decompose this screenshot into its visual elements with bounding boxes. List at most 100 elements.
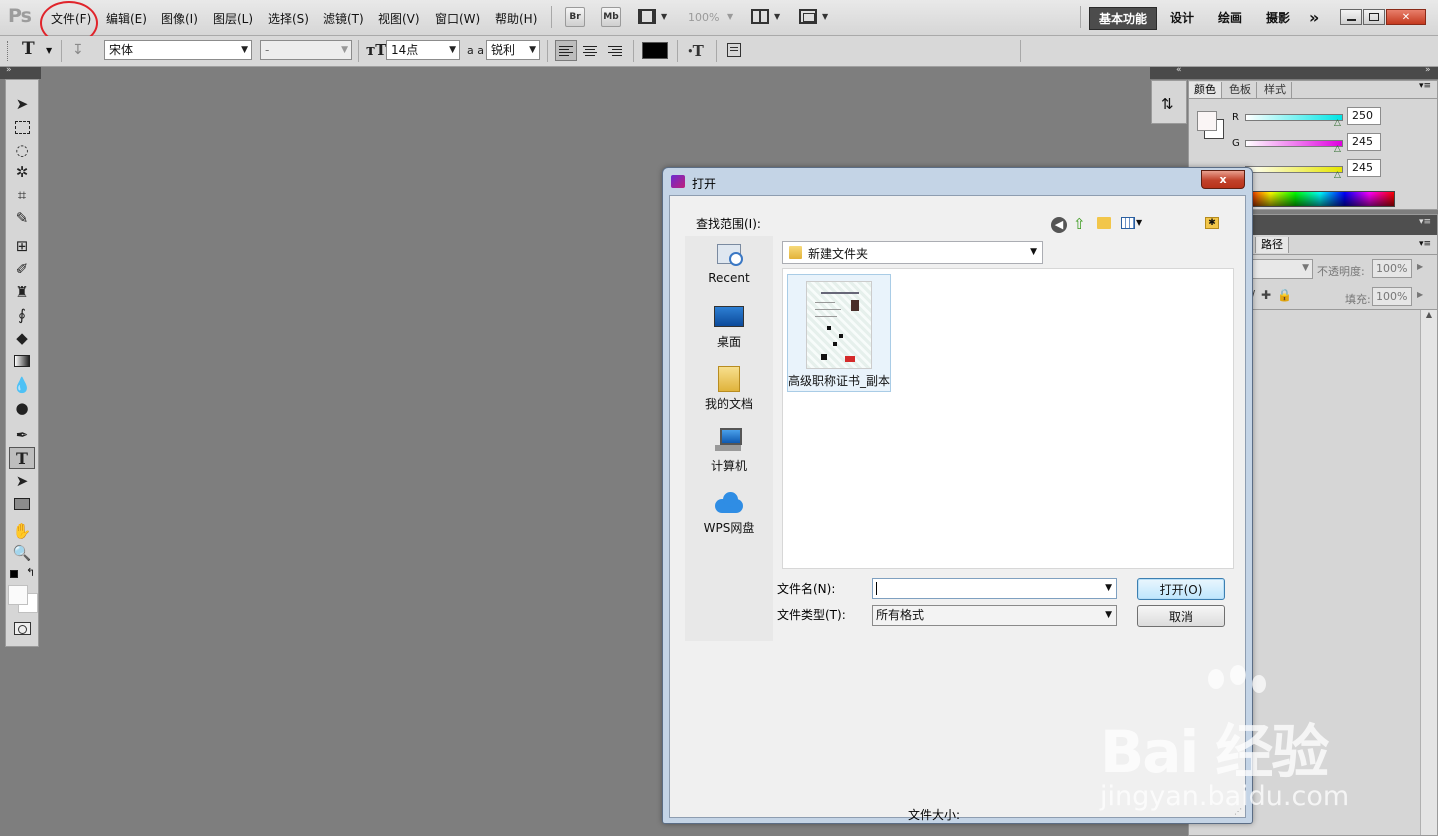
file-list[interactable]: 高级职称证书_副本 bbox=[782, 268, 1234, 569]
slider-thumb-icon[interactable]: △ bbox=[1334, 118, 1341, 128]
screen-mode-icon[interactable] bbox=[799, 9, 817, 24]
chevron-down-icon[interactable]: ▼ bbox=[1136, 218, 1142, 227]
warp-text-icon[interactable]: ꞏT bbox=[688, 41, 704, 61]
filetype-select[interactable]: 所有格式 ▼ bbox=[872, 605, 1117, 626]
menu-image[interactable]: 图像(I) bbox=[161, 10, 198, 27]
chevron-down-icon[interactable]: ▼ bbox=[774, 12, 780, 21]
zoom-level[interactable]: 100% bbox=[688, 11, 719, 24]
foreground-color-chip[interactable] bbox=[1197, 111, 1217, 131]
panel-menu-icon[interactable]: ▾≡ bbox=[1419, 239, 1431, 249]
place-wps-cloud[interactable]: WPS网盘 bbox=[685, 490, 773, 536]
menu-view[interactable]: 视图(V) bbox=[378, 10, 420, 27]
blend-mode-select[interactable]: ▼ bbox=[1251, 259, 1313, 279]
tab-swatches[interactable]: 色板 bbox=[1224, 82, 1257, 98]
zoom-tool-icon[interactable]: 🔍 bbox=[6, 542, 38, 564]
crop-tool-icon[interactable]: ⌗ bbox=[6, 184, 38, 206]
expand-icon[interactable]: » bbox=[1425, 65, 1431, 75]
marquee-tool-icon[interactable] bbox=[6, 116, 38, 138]
channel-b-slider[interactable] bbox=[1245, 166, 1343, 173]
fill-input[interactable]: 100% bbox=[1372, 287, 1412, 306]
brush-tool-icon[interactable]: ✐ bbox=[6, 258, 38, 280]
open-button[interactable]: 打开(O) bbox=[1137, 578, 1225, 600]
workspace-photography-button[interactable]: 摄影 bbox=[1266, 7, 1290, 28]
font-family-select[interactable]: 宋体 ▼ bbox=[104, 40, 252, 60]
expand-icon[interactable]: » bbox=[6, 65, 12, 75]
workspace-design-button[interactable]: 设计 bbox=[1170, 7, 1194, 28]
slider-thumb-icon[interactable]: △ bbox=[1334, 170, 1341, 180]
menu-layer[interactable]: 图层(L) bbox=[213, 10, 253, 27]
chevron-down-icon[interactable]: ▼ bbox=[46, 46, 52, 55]
slider-thumb-icon[interactable]: △ bbox=[1334, 144, 1341, 154]
move-tool-icon[interactable]: ➤ bbox=[6, 93, 38, 115]
channel-r-slider[interactable] bbox=[1245, 114, 1343, 121]
menu-window[interactable]: 窗口(W) bbox=[435, 10, 480, 27]
chevron-right-icon[interactable]: ▶ bbox=[1417, 290, 1423, 299]
default-colors-icon[interactable] bbox=[10, 570, 18, 578]
path-selection-tool-icon[interactable]: ➤ bbox=[6, 470, 38, 492]
chevron-right-icon[interactable]: ▶ bbox=[1417, 262, 1423, 271]
filename-input[interactable]: ▼ bbox=[872, 578, 1117, 599]
chevron-down-icon[interactable]: ▼ bbox=[822, 12, 828, 21]
menu-select[interactable]: 选择(S) bbox=[268, 10, 309, 27]
file-item[interactable]: 高级职称证书_副本 bbox=[787, 274, 891, 392]
arrange-documents-icon[interactable] bbox=[751, 9, 769, 24]
minimize-button[interactable] bbox=[1340, 9, 1362, 25]
character-panel-icon[interactable] bbox=[727, 43, 741, 57]
channel-b-input[interactable]: 245 bbox=[1347, 159, 1381, 177]
tab-styles[interactable]: 样式 bbox=[1259, 82, 1292, 98]
menu-edit[interactable]: 编辑(E) bbox=[106, 10, 147, 27]
bridge-button[interactable]: Br bbox=[565, 7, 585, 27]
chevron-down-icon[interactable]: ▼ bbox=[661, 12, 667, 21]
blur-tool-icon[interactable]: 💧 bbox=[6, 374, 38, 396]
collapse-icon[interactable]: « bbox=[1176, 65, 1182, 75]
eyedropper-tool-icon[interactable]: ✎ bbox=[6, 207, 38, 229]
swap-colors-icon[interactable]: ↰ bbox=[26, 566, 35, 579]
more-workspaces-button[interactable]: » bbox=[1309, 7, 1319, 28]
place-recent[interactable]: Recent bbox=[685, 242, 773, 285]
place-documents[interactable]: 我的文档 bbox=[685, 366, 773, 412]
menu-help[interactable]: 帮助(H) bbox=[495, 10, 537, 27]
history-brush-tool-icon[interactable]: ∮ bbox=[6, 304, 38, 326]
color-spectrum[interactable] bbox=[1245, 191, 1395, 207]
font-style-select[interactable]: - ▼ bbox=[260, 40, 352, 60]
gradient-tool-icon[interactable] bbox=[6, 350, 38, 372]
rectangle-tool-icon[interactable] bbox=[6, 493, 38, 515]
type-tool-preset-icon[interactable]: T bbox=[22, 39, 35, 59]
align-center-button[interactable] bbox=[579, 40, 601, 61]
up-folder-icon[interactable]: ⇧ bbox=[1073, 215, 1086, 233]
font-size-select[interactable]: 14点 ▼ bbox=[386, 40, 460, 60]
history-panel-icon[interactable]: ⇅ bbox=[1161, 95, 1174, 113]
place-desktop[interactable]: 桌面 bbox=[685, 304, 773, 350]
channel-g-input[interactable]: 245 bbox=[1347, 133, 1381, 151]
quick-selection-tool-icon[interactable]: ✲ bbox=[6, 161, 38, 183]
text-orientation-icon[interactable]: ↧ bbox=[72, 42, 84, 58]
opacity-input[interactable]: 100% bbox=[1372, 259, 1412, 278]
quick-mask-icon[interactable] bbox=[14, 622, 31, 635]
panel-menu-icon[interactable]: ▾≡ bbox=[1419, 81, 1431, 91]
panel-menu-icon[interactable]: ▾≡ bbox=[1419, 217, 1431, 227]
dodge-tool-icon[interactable]: ● bbox=[6, 397, 38, 419]
workspace-painting-button[interactable]: 绘画 bbox=[1218, 7, 1242, 28]
dialog-close-button[interactable]: x bbox=[1201, 170, 1245, 189]
foreground-color-swatch[interactable] bbox=[8, 585, 28, 605]
eraser-tool-icon[interactable]: ◆ bbox=[6, 327, 38, 349]
place-computer[interactable]: 计算机 bbox=[685, 428, 773, 474]
clone-stamp-tool-icon[interactable]: ♜ bbox=[6, 281, 38, 303]
back-icon[interactable]: ◀ bbox=[1051, 217, 1067, 233]
healing-brush-tool-icon[interactable]: ⊞ bbox=[6, 235, 38, 257]
new-folder-icon[interactable] bbox=[1097, 217, 1111, 229]
workspace-essentials-button[interactable]: 基本功能 bbox=[1089, 7, 1157, 30]
scrollbar[interactable]: ▲ bbox=[1420, 310, 1437, 835]
align-left-button[interactable] bbox=[555, 40, 577, 61]
film-icon[interactable] bbox=[638, 9, 656, 24]
antialias-select[interactable]: 锐利 ▼ bbox=[486, 40, 540, 60]
lock-icons[interactable]: /✚🔒 bbox=[1251, 288, 1298, 302]
channel-r-input[interactable]: 250 bbox=[1347, 107, 1381, 125]
favorites-folder-icon[interactable]: ✱ bbox=[1205, 217, 1219, 229]
menu-filter[interactable]: 滤镜(T) bbox=[323, 10, 364, 27]
pen-tool-icon[interactable]: ✒ bbox=[6, 424, 38, 446]
lookin-select[interactable]: 新建文件夹 ▼ bbox=[782, 241, 1043, 264]
view-menu-icon[interactable] bbox=[1121, 217, 1135, 229]
align-right-button[interactable] bbox=[604, 40, 626, 61]
text-color-swatch[interactable] bbox=[642, 42, 668, 59]
